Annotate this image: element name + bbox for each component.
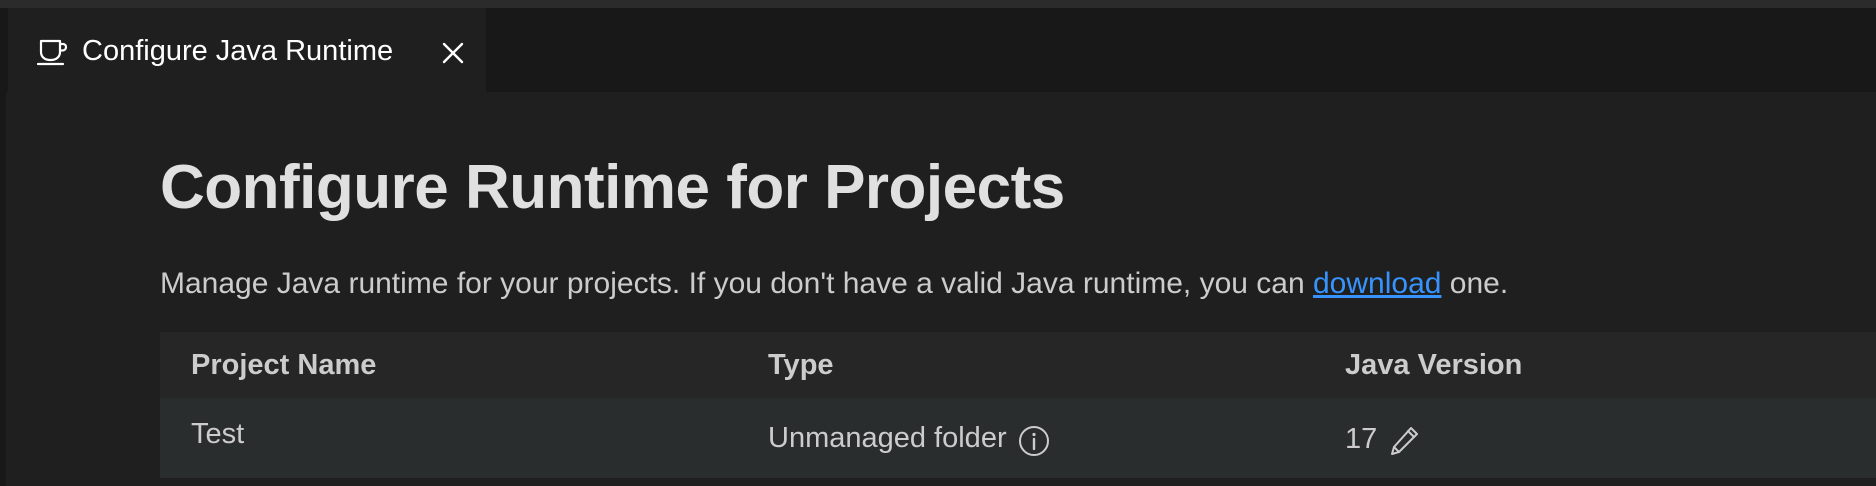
description-text-start: Manage Java runtime for your projects. I… xyxy=(160,267,1313,300)
column-header-type: Type xyxy=(768,349,834,381)
pencil-icon[interactable] xyxy=(1385,422,1423,460)
description-text-end: one. xyxy=(1441,267,1509,300)
info-icon[interactable] xyxy=(1017,424,1051,458)
table-row: Test Unmanaged folder 17 xyxy=(160,398,1876,478)
java-version-cell: 17 xyxy=(1345,418,1423,460)
table-header-row: Project Name Type Java Version xyxy=(160,332,1876,398)
type-value: Unmanaged folder xyxy=(768,421,1007,454)
coffee-cup-icon xyxy=(34,34,70,70)
project-name-cell: Test xyxy=(191,418,245,450)
page-title: Configure Runtime for Projects xyxy=(160,153,1065,222)
page-description: Manage Java runtime for your projects. I… xyxy=(160,267,1508,301)
column-header-java-version: Java Version xyxy=(1345,349,1523,381)
projects-table: Project Name Type Java Version Test Unma… xyxy=(160,332,1876,478)
column-header-project-name: Project Name xyxy=(191,349,377,381)
java-version-value: 17 xyxy=(1345,422,1378,455)
download-link[interactable]: download xyxy=(1313,267,1441,300)
window-top-border xyxy=(0,0,1876,8)
tab-title: Configure Java Runtime xyxy=(82,35,394,67)
tab-strip: Configure Java Runtime xyxy=(0,8,1876,92)
close-icon[interactable] xyxy=(440,40,466,66)
tab-configure-java-runtime[interactable]: Configure Java Runtime xyxy=(8,8,486,92)
type-cell: Unmanaged folder xyxy=(768,418,1051,458)
